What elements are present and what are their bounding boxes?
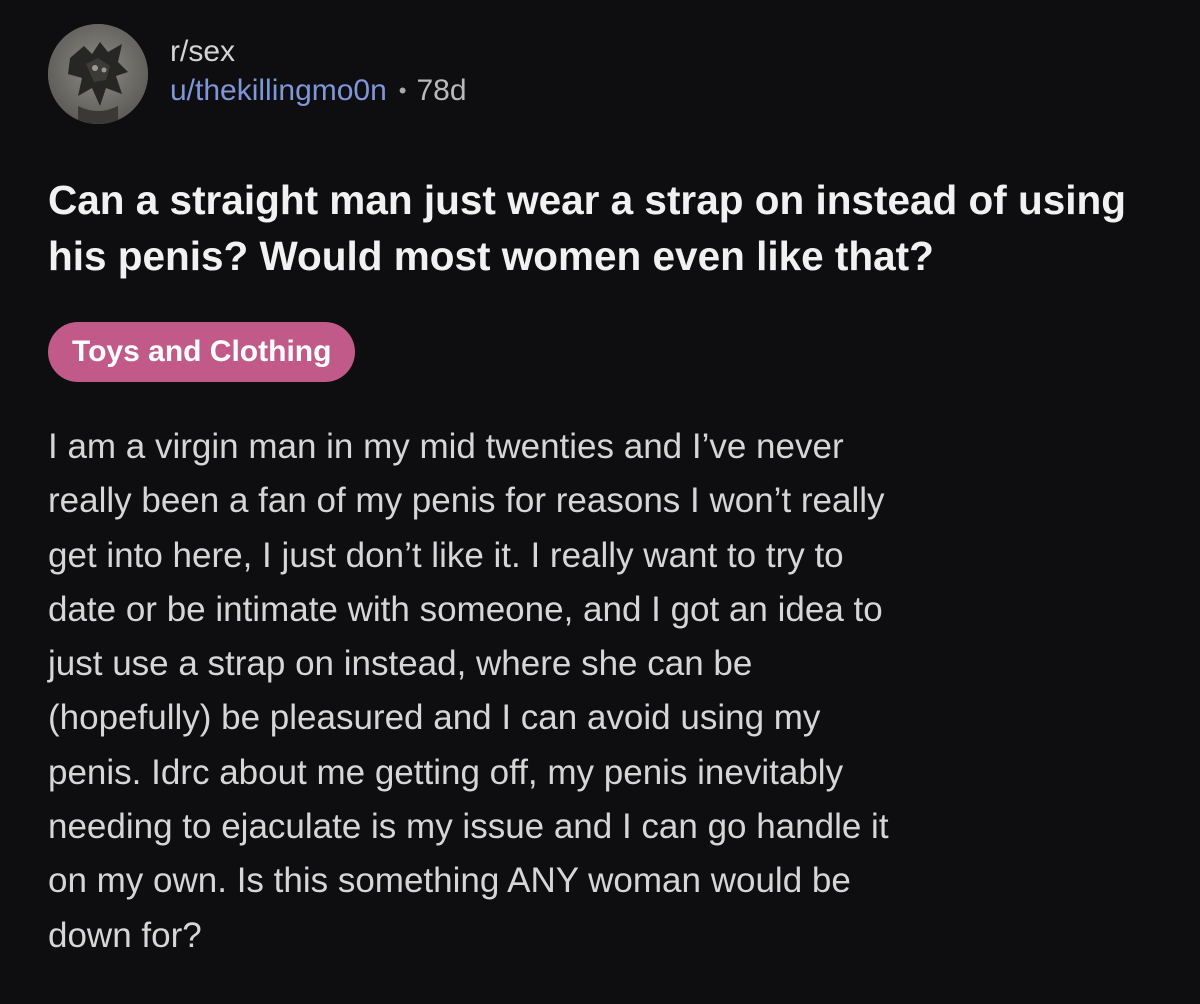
- post-age: 78d: [416, 74, 467, 107]
- subreddit-link[interactable]: r/sex: [170, 33, 467, 71]
- profile-avatar-icon[interactable]: [48, 24, 148, 124]
- post-title[interactable]: Can a straight man just wear a strap on …: [48, 172, 1158, 284]
- post-meta: r/sex u/thekillingmo0n • 78d: [170, 33, 467, 115]
- meta-separator: •: [398, 78, 407, 103]
- post-card: r/sex u/thekillingmo0n • 78d Can a strai…: [48, 24, 1158, 963]
- author-username-link[interactable]: u/thekillingmo0n: [170, 71, 387, 111]
- author-line: u/thekillingmo0n • 78d: [170, 71, 467, 111]
- post-flair-badge[interactable]: Toys and Clothing: [48, 322, 356, 382]
- post-body-text: I am a virgin man in my mid twenties and…: [48, 427, 889, 955]
- post-header: r/sex u/thekillingmo0n • 78d: [48, 24, 1158, 124]
